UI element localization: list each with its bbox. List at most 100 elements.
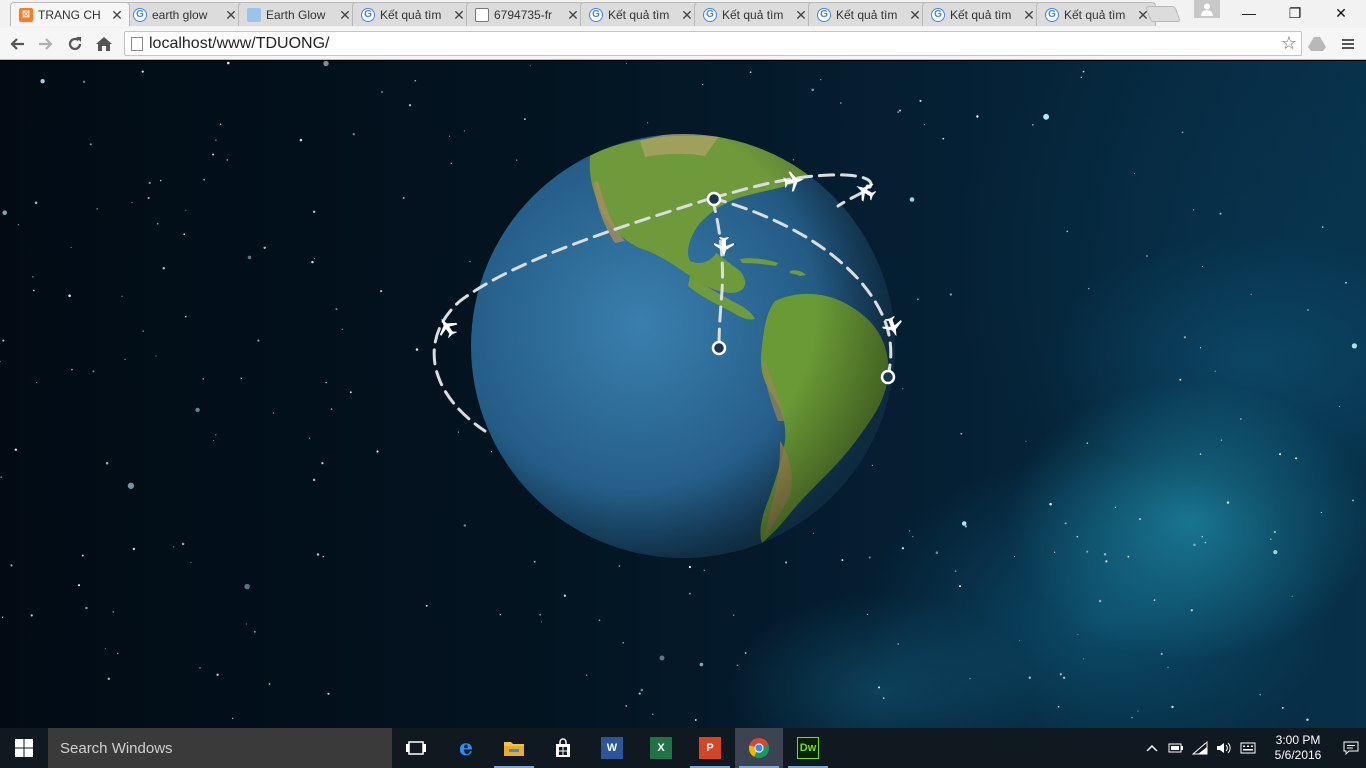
start-button[interactable]	[0, 728, 48, 768]
drive-icon	[1308, 37, 1326, 51]
tab-9[interactable]: G Kết quả tìm ✕	[922, 2, 1042, 26]
airport-marker[interactable]	[706, 191, 722, 207]
star	[1098, 599, 1102, 603]
star	[533, 560, 536, 563]
bookmark-star-icon[interactable]: ☆	[1277, 33, 1301, 54]
xampp-icon: ⊠	[19, 7, 33, 22]
arrow-left-icon	[10, 38, 24, 50]
tab-close-icon[interactable]: ✕	[681, 8, 693, 22]
tab-close-icon[interactable]: ✕	[225, 8, 237, 22]
extension-button[interactable]	[1305, 32, 1329, 56]
tab-8[interactable]: G Kết quả tìm ✕	[808, 2, 928, 26]
star	[1351, 343, 1358, 349]
forward-button[interactable]	[34, 32, 58, 56]
excel-icon: X	[650, 737, 672, 759]
star	[1338, 405, 1341, 408]
url-text[interactable]: localhost/www/TDUONG/	[149, 35, 1277, 53]
wifi-icon	[1192, 741, 1208, 755]
network-button[interactable]	[1188, 728, 1212, 768]
earth-globe[interactable]	[471, 133, 895, 558]
home-button[interactable]	[92, 32, 116, 56]
excel-button[interactable]: X	[637, 728, 685, 768]
star	[840, 102, 842, 104]
star	[92, 370, 95, 373]
tab-4[interactable]: G Kết quả tìm ✕	[352, 2, 472, 26]
star	[112, 611, 115, 613]
airport-marker[interactable]	[711, 340, 727, 356]
edge-button[interactable]: e	[442, 728, 490, 768]
star	[702, 83, 704, 86]
reload-icon	[68, 37, 82, 51]
clock-date: 5/6/2016	[1274, 748, 1322, 762]
tab-close-icon[interactable]: ✕	[795, 8, 807, 22]
reload-button[interactable]	[63, 32, 87, 56]
plane-icon[interactable]	[851, 177, 878, 204]
taskbar-clock[interactable]: 3:00 PM 5/6/2016	[1260, 733, 1336, 763]
tab-close-icon[interactable]: ✕	[909, 8, 921, 22]
battery-button[interactable]	[1164, 728, 1188, 768]
tab-3[interactable]: Earth Glow ✕	[238, 2, 358, 26]
store-button[interactable]	[539, 728, 587, 768]
minimize-button[interactable]: —	[1226, 0, 1272, 26]
star	[1214, 370, 1216, 372]
dreamweaver-button[interactable]: Dw	[784, 728, 832, 768]
star	[1201, 265, 1203, 268]
tab-10[interactable]: G Kết quả tìm ✕	[1036, 2, 1156, 26]
star	[744, 652, 747, 654]
tab-close-icon[interactable]: ✕	[453, 8, 465, 22]
tab-5[interactable]: 6794735-fr ✕	[466, 2, 586, 26]
taskbar-search-box[interactable]: Search Windows	[48, 728, 392, 768]
address-bar[interactable]: localhost/www/TDUONG/ ☆	[124, 31, 1302, 56]
star	[1, 616, 4, 618]
star	[901, 547, 905, 550]
star	[185, 315, 187, 318]
tab-close-icon[interactable]: ✕	[111, 8, 123, 22]
keyboard-button[interactable]	[1236, 728, 1260, 768]
star	[1192, 209, 1195, 211]
star	[1076, 535, 1079, 538]
file-explorer-button[interactable]	[490, 728, 538, 768]
star	[70, 246, 72, 249]
tab-close-icon[interactable]: ✕	[567, 8, 579, 22]
star	[1146, 255, 1148, 257]
star	[226, 159, 228, 161]
task-view-button[interactable]	[392, 728, 440, 768]
airport-marker[interactable]	[880, 369, 896, 385]
keyboard-icon	[1240, 742, 1256, 754]
chrome-button[interactable]	[735, 728, 783, 768]
powerpoint-button[interactable]: P	[686, 728, 734, 768]
new-tab-button[interactable]	[1145, 6, 1181, 22]
tab-close-icon[interactable]: ✕	[339, 8, 351, 22]
star	[1028, 676, 1031, 679]
tab-close-icon[interactable]: ✕	[1023, 8, 1035, 22]
star	[1043, 113, 1050, 120]
star	[30, 614, 33, 617]
tab-6[interactable]: G Kết quả tìm ✕	[580, 2, 700, 26]
star	[1077, 633, 1079, 636]
chrome-menu-button[interactable]	[1336, 32, 1360, 56]
star	[17, 223, 20, 226]
tab-2[interactable]: Gearth glow ✕	[124, 2, 244, 26]
profile-button[interactable]	[1194, 0, 1220, 18]
close-window-button[interactable]: ✕	[1318, 0, 1364, 26]
star	[457, 431, 459, 433]
volume-button[interactable]	[1212, 728, 1236, 768]
tab-1[interactable]: ⊠ TRANG CH ✕	[10, 2, 130, 26]
tab-title: TRANG CH	[38, 7, 101, 22]
star	[1201, 536, 1203, 538]
action-center-button[interactable]	[1336, 728, 1366, 768]
star	[147, 196, 150, 200]
star	[919, 99, 922, 102]
tab-7[interactable]: G Kết quả tìm ✕	[694, 2, 814, 26]
word-button[interactable]: W	[588, 728, 636, 768]
star	[381, 91, 383, 93]
star	[330, 408, 333, 410]
restore-button[interactable]: ❐	[1272, 0, 1318, 26]
show-hidden-icons-button[interactable]	[1140, 728, 1164, 768]
back-button[interactable]	[5, 32, 29, 56]
star	[313, 257, 316, 260]
arrow-right-icon	[39, 38, 53, 50]
star	[812, 532, 814, 534]
star	[871, 464, 873, 466]
star	[212, 153, 215, 156]
